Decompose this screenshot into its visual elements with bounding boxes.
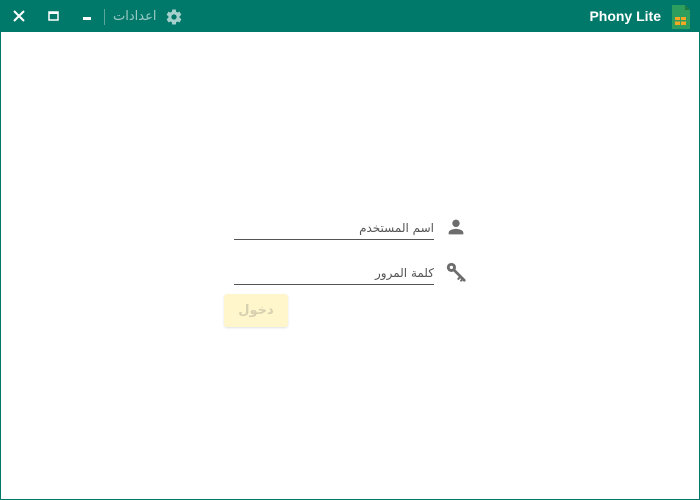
app-window: اعدادات Phony Lite دخول	[0, 0, 700, 500]
close-button[interactable]	[8, 6, 30, 26]
maximize-icon	[47, 11, 59, 21]
password-input[interactable]	[234, 262, 434, 284]
password-field	[234, 262, 434, 285]
key-icon	[446, 262, 466, 282]
username-field	[234, 217, 434, 240]
login-button[interactable]: دخول	[224, 294, 288, 327]
minimize-button[interactable]	[76, 6, 98, 26]
title-bar: اعدادات Phony Lite	[1, 1, 699, 32]
username-input[interactable]	[234, 217, 434, 239]
settings-label: اعدادات	[113, 9, 157, 24]
minimize-icon	[83, 17, 91, 20]
maximize-button[interactable]	[42, 6, 64, 26]
user-icon	[448, 219, 464, 235]
close-icon	[13, 10, 25, 22]
app-logo-icon	[672, 5, 690, 29]
gear-icon	[167, 9, 182, 25]
app-title: Phony Lite	[589, 8, 661, 24]
titlebar-divider	[104, 9, 105, 25]
settings-button[interactable]: اعدادات	[113, 1, 183, 32]
